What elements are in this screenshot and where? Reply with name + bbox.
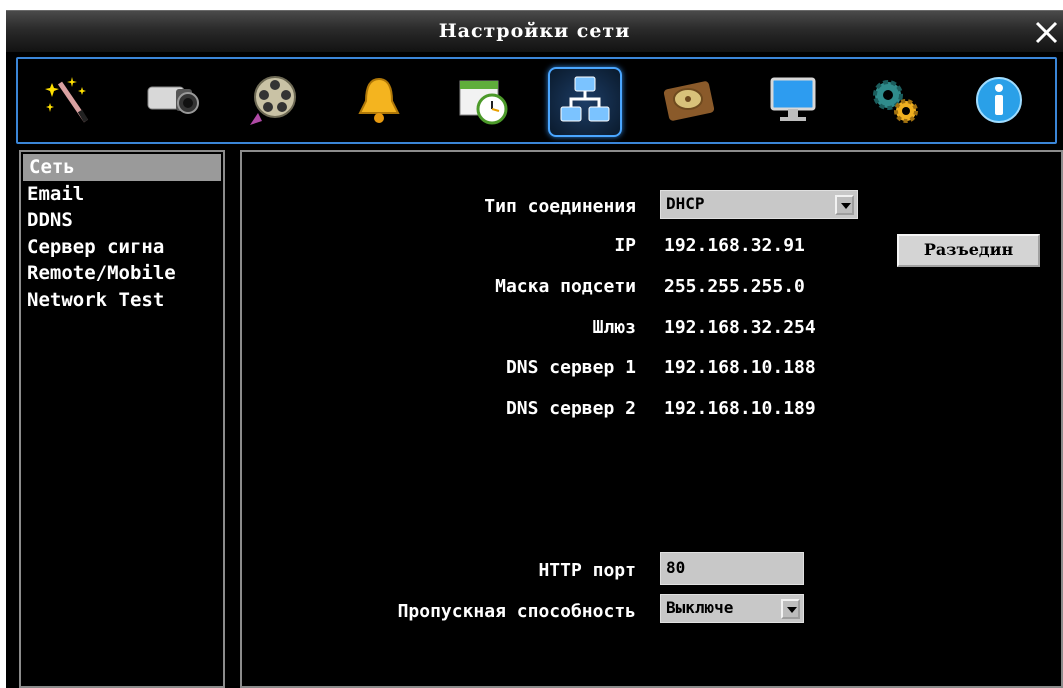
settings-window: Настройки сети Сеть Email DDNS Сервер си… — [6, 10, 1063, 688]
connection-type-value: DHCP — [666, 194, 705, 213]
tab-alarm[interactable] — [342, 67, 416, 137]
info-icon — [972, 73, 1026, 131]
http-port-label: HTTP порт — [538, 560, 636, 581]
schedule-clock-icon — [456, 73, 510, 131]
gateway-value: 192.168.32.254 — [664, 317, 816, 338]
tab-schedule[interactable] — [446, 67, 520, 137]
hard-disk-icon — [662, 73, 716, 131]
tab-storage[interactable] — [652, 67, 726, 137]
sidebar-item-signal-server[interactable]: Сервер сигна — [21, 234, 223, 261]
dns2-value: 192.168.10.189 — [664, 398, 816, 419]
bandwidth-select[interactable]: Выключе — [660, 594, 804, 623]
sidebar-item-remote-mobile[interactable]: Remote/Mobile — [21, 260, 223, 287]
connection-type-select[interactable]: DHCP — [660, 190, 858, 219]
tab-display[interactable] — [756, 67, 830, 137]
dns2-label: DNS сервер 2 — [505, 398, 636, 419]
network-icon — [558, 73, 612, 131]
tab-record[interactable] — [238, 67, 312, 137]
film-reel-icon — [248, 73, 302, 131]
chevron-down-icon[interactable] — [835, 195, 854, 215]
alarm-bell-icon — [352, 73, 406, 131]
gears-icon — [868, 73, 922, 131]
disconnect-button[interactable]: Разъедин — [897, 234, 1040, 267]
sidebar-item-email[interactable]: Email — [21, 181, 223, 208]
connection-type-label: Тип соединения — [484, 196, 636, 217]
title-bar: Настройки сети — [6, 10, 1063, 52]
bandwidth-label: Пропускная способность — [397, 601, 636, 622]
dns1-value: 192.168.10.188 — [664, 357, 816, 378]
tab-wizard[interactable] — [32, 67, 106, 137]
close-icon[interactable] — [1029, 15, 1063, 49]
tab-network[interactable] — [548, 67, 622, 137]
tab-system[interactable] — [858, 67, 932, 137]
window-title: Настройки сети — [438, 20, 631, 42]
subnet-mask-value: 255.255.255.0 — [664, 276, 805, 297]
tab-info[interactable] — [962, 67, 1036, 137]
ip-value: 192.168.32.91 — [664, 235, 805, 256]
chevron-down-icon[interactable] — [781, 599, 800, 619]
settings-toolbar — [16, 57, 1057, 144]
bandwidth-value: Выключе — [666, 598, 734, 617]
gateway-label: Шлюз — [592, 317, 636, 338]
sidebar-item-ddns[interactable]: DDNS — [21, 207, 223, 234]
subnet-mask-label: Маска подсети — [495, 276, 636, 297]
wizard-wand-icon — [42, 73, 96, 131]
ip-label: IP — [614, 235, 636, 256]
tab-camera[interactable] — [136, 67, 210, 137]
http-port-input[interactable]: 80 — [660, 552, 804, 585]
monitor-icon — [766, 73, 820, 131]
http-port-value: 80 — [666, 558, 686, 577]
network-settings-panel: Тип соединения DHCP IP 192.168.32.91 Раз… — [240, 150, 1063, 688]
sidebar-item-network-test[interactable]: Network Test — [21, 287, 223, 314]
settings-sidebar: Сеть Email DDNS Сервер сигна Remote/Mobi… — [19, 150, 225, 688]
camera-icon — [146, 73, 200, 131]
sidebar-item-network[interactable]: Сеть — [23, 154, 221, 181]
dns1-label: DNS сервер 1 — [505, 357, 636, 378]
